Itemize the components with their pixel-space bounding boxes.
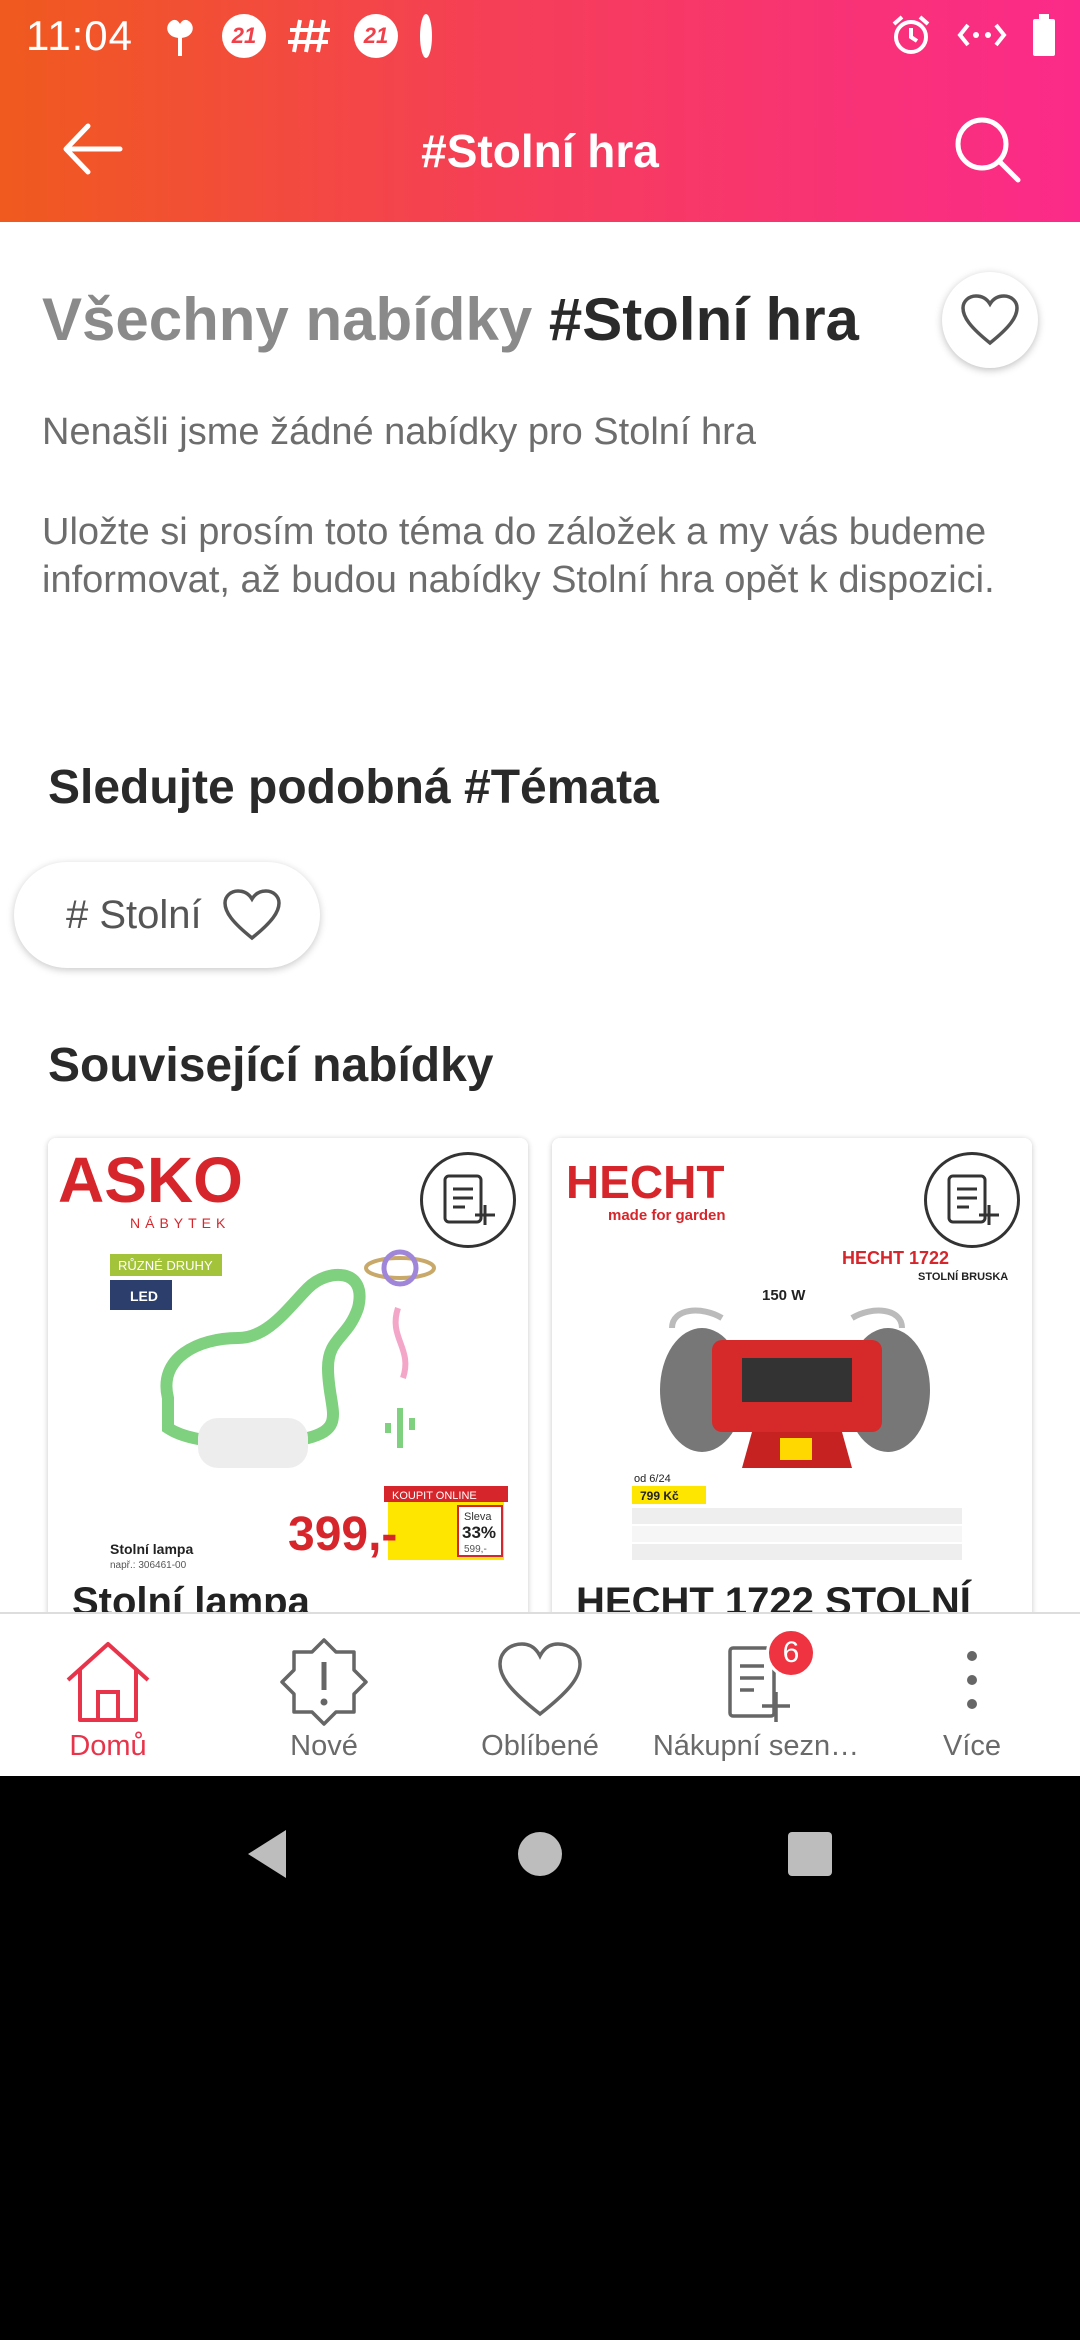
topic-chip-label: # Stolní — [66, 892, 202, 937]
system-navigation-bar — [0, 1776, 1080, 1936]
bottom-navigation: Domů Nové Oblíbené 6 Nákupní sezn… Více — [0, 1612, 1080, 1776]
nav-new-label: Nové — [290, 1730, 358, 1762]
asko-brand-logo: ASKO — [58, 1144, 243, 1216]
hecht-model-sub: STOLNÍ BRUSKA — [918, 1270, 1008, 1283]
image-caption: Stolní lampa — [110, 1541, 193, 1557]
app-21-icon-2: 21 — [354, 14, 398, 58]
add-to-shopping-list-button[interactable] — [420, 1152, 516, 1248]
nav-new[interactable]: Nové — [216, 1614, 432, 1776]
asko-brand-sub: NÁBYTEK — [130, 1215, 230, 1231]
hecht-price-note: od 6/24 — [634, 1473, 671, 1485]
plant-notification-icon — [160, 14, 200, 58]
image-subcaption: např.: 306461-00 — [110, 1560, 187, 1571]
buy-online-tag: KOUPIT ONLINE — [392, 1490, 477, 1502]
app-21-icon: 21 — [222, 14, 266, 58]
tag-various: RŮZNÉ DRUHY — [118, 1258, 213, 1273]
nav-shopping-list-label: Nákupní sezn… — [652, 1730, 860, 1762]
nav-more-label: Více — [942, 1730, 1002, 1762]
favorite-topic-button[interactable] — [942, 272, 1038, 368]
more-vertical-icon — [967, 1651, 977, 1709]
screen: 11:04 21 21 #Stolní hra Všechny nabídky … — [0, 0, 1080, 1776]
shopping-list-count-badge: 6 — [766, 1628, 816, 1678]
home-icon — [66, 1642, 150, 1722]
heart-icon — [498, 1642, 582, 1717]
notification-icons: 21 21 — [160, 14, 432, 58]
data-sync-icon — [956, 17, 1008, 58]
nav-more[interactable]: Více — [864, 1614, 1080, 1776]
system-recents-icon[interactable] — [780, 1824, 840, 1884]
status-bar: 11:04 21 21 — [0, 0, 1080, 72]
more-notifications-dot-icon — [420, 14, 432, 58]
related-offers-title: Související nabídky — [48, 1039, 494, 1092]
similar-topics-title: Sledujte podobná #Témata — [48, 761, 659, 814]
status-time: 11:04 — [26, 12, 133, 59]
hash-notification-icon — [288, 14, 332, 58]
shopping-list-add-icon — [443, 1174, 495, 1225]
offers-heading: Všechny nabídky #Stolní hra — [42, 280, 859, 360]
hecht-brand-logo: HECHT — [566, 1156, 724, 1208]
shopping-list-add-icon — [947, 1174, 999, 1225]
alert-badge-icon — [280, 1638, 368, 1726]
nav-shopping-list[interactable]: 6 Nákupní sezn… — [648, 1614, 864, 1776]
hecht-model: HECHT 1722 — [842, 1248, 949, 1268]
nav-favorites-label: Oblíbené — [481, 1730, 599, 1762]
nav-home[interactable]: Domů — [0, 1614, 216, 1776]
discount-label: Sleva — [464, 1511, 492, 1523]
hecht-power: 150 W — [762, 1287, 806, 1304]
heart-icon — [961, 294, 1019, 346]
alarm-icon — [890, 14, 932, 61]
app-bar: #Stolní hra — [0, 72, 1080, 222]
heart-icon[interactable] — [222, 888, 282, 942]
discount-percent: 33% — [462, 1523, 496, 1542]
old-price: 599,- — [464, 1544, 487, 1555]
search-icon[interactable] — [952, 114, 1022, 184]
topic-chip-stolni[interactable]: # Stolní — [14, 862, 320, 968]
system-status-icons — [890, 14, 1056, 61]
heading-muted: Všechny nabídky — [42, 286, 533, 353]
system-back-icon[interactable] — [238, 1824, 298, 1884]
top-bar: 11:04 21 21 #Stolní hra — [0, 0, 1080, 222]
hecht-brand-sub: made for garden — [608, 1207, 726, 1224]
page-title: #Stolní hra — [421, 125, 659, 177]
heading-topic: #Stolní hra — [548, 286, 859, 353]
add-to-shopping-list-button[interactable] — [924, 1152, 1020, 1248]
asko-price: 399,- — [288, 1508, 397, 1561]
no-offers-text: Nenašli jsme žádné nabídky pro Stolní hr… — [42, 411, 756, 453]
nav-favorites[interactable]: Oblíbené — [432, 1614, 648, 1776]
nav-home-label: Domů — [69, 1730, 147, 1762]
hecht-price: 799 Kč — [640, 1489, 679, 1503]
system-home-icon[interactable] — [510, 1824, 570, 1884]
tag-led: LED — [130, 1288, 158, 1304]
battery-icon — [1032, 14, 1056, 61]
bookmark-info-text: Uložte si prosím toto téma do záložek a … — [42, 511, 995, 601]
